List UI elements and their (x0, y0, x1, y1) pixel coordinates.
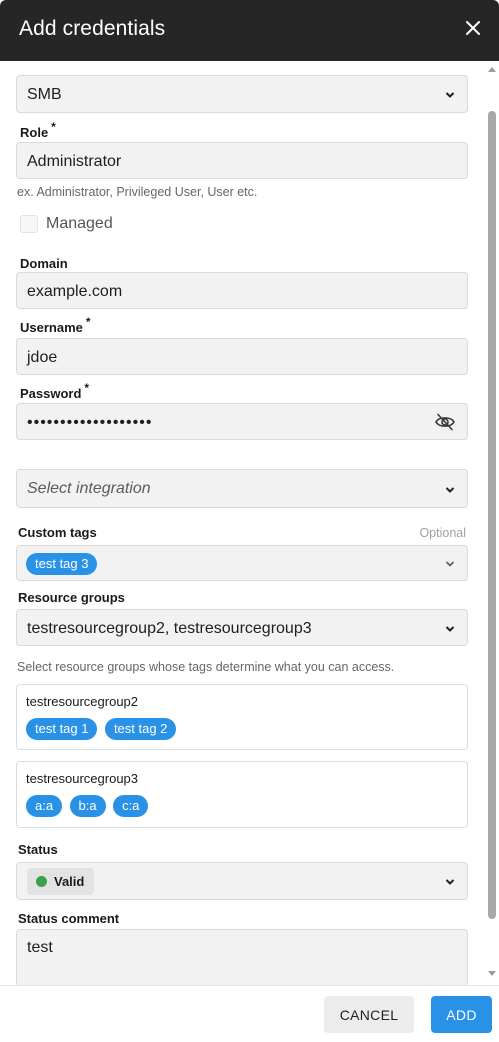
custom-tags-label: Custom tags (18, 525, 97, 540)
optional-text: Optional (419, 526, 466, 540)
managed-checkbox[interactable] (20, 215, 38, 233)
tag-chip: test tag 2 (104, 718, 177, 740)
dialog-title: Add credentials (19, 17, 166, 40)
status-comment-label: Status comment (18, 911, 120, 926)
resource-groups-value: testresourcegroup2, testresourcegroup3 (27, 620, 312, 637)
resource-groups-hint: Select resource groups whose tags determ… (17, 660, 395, 674)
username-input[interactable]: jdoe (16, 338, 468, 375)
resource-groups-label: Resource groups (18, 590, 125, 605)
tag-chip: test tag 1 (26, 718, 98, 740)
eye-off-icon[interactable] (434, 413, 456, 431)
scrollbar[interactable] (485, 61, 499, 985)
domain-label: Domain (20, 256, 68, 271)
scroll-up-icon[interactable] (488, 67, 496, 72)
type-select-value: SMB (27, 86, 62, 103)
status-value: Valid (54, 874, 85, 889)
role-value: Administrator (27, 153, 122, 170)
tag-chip: c:a (113, 795, 149, 817)
custom-tags-select[interactable]: test tag 3 (16, 545, 468, 581)
close-icon[interactable] (461, 16, 485, 40)
status-label: Status (18, 842, 58, 857)
username-label: Username * (20, 315, 91, 335)
status-dot-icon (36, 876, 47, 887)
domain-input[interactable]: example.com (16, 272, 468, 309)
managed-label: Managed (46, 215, 113, 232)
cancel-button[interactable]: CANCEL (324, 996, 414, 1033)
resource-group-name: testresourcegroup2 (26, 694, 139, 709)
resource-group-card: testresourcegroup2 test tag 1 test tag 2 (16, 684, 468, 750)
password-value: ••••••••••••••••••• (27, 414, 153, 431)
domain-value: example.com (27, 283, 123, 300)
role-label: Role * (20, 120, 56, 140)
scrollbar-thumb[interactable] (488, 111, 496, 919)
resource-group-name: testresourcegroup3 (26, 771, 139, 786)
role-hint: ex. Administrator, Privileged User, User… (17, 185, 258, 199)
username-value: jdoe (27, 349, 58, 366)
chevron-down-icon (445, 92, 455, 98)
status-select[interactable]: Valid (16, 862, 468, 900)
password-label: Password * (20, 381, 90, 401)
dialog-body: SMB Role * Administrator ex. Administrato… (0, 61, 484, 985)
chevron-down-icon (445, 561, 455, 567)
add-button[interactable]: ADD (431, 996, 492, 1033)
resource-groups-select[interactable]: testresourcegroup2, testresourcegroup3 (16, 609, 468, 646)
scroll-down-icon[interactable] (488, 971, 496, 976)
resource-group-card: testresourcegroup3 a:a b:a c:a (16, 761, 468, 828)
chevron-down-icon (445, 487, 455, 493)
tag-chip[interactable]: test tag 3 (26, 553, 98, 575)
tag-chip: a:a (26, 795, 63, 817)
status-comment-value: test (27, 939, 53, 956)
status-badge: Valid (27, 868, 95, 895)
type-select[interactable]: SMB (16, 75, 468, 113)
status-comment-textarea[interactable]: test (16, 929, 468, 985)
tag-chip: b:a (69, 795, 106, 817)
dialog-header: Add credentials (0, 0, 499, 61)
dialog-footer: CANCEL ADD (0, 985, 499, 1042)
chevron-down-icon (445, 626, 455, 632)
integration-select[interactable]: Select integration (16, 469, 468, 508)
role-input[interactable]: Administrator (16, 142, 468, 179)
chevron-down-icon (445, 879, 455, 885)
password-input[interactable]: ••••••••••••••••••• (16, 403, 468, 440)
integration-placeholder: Select integration (27, 480, 151, 497)
